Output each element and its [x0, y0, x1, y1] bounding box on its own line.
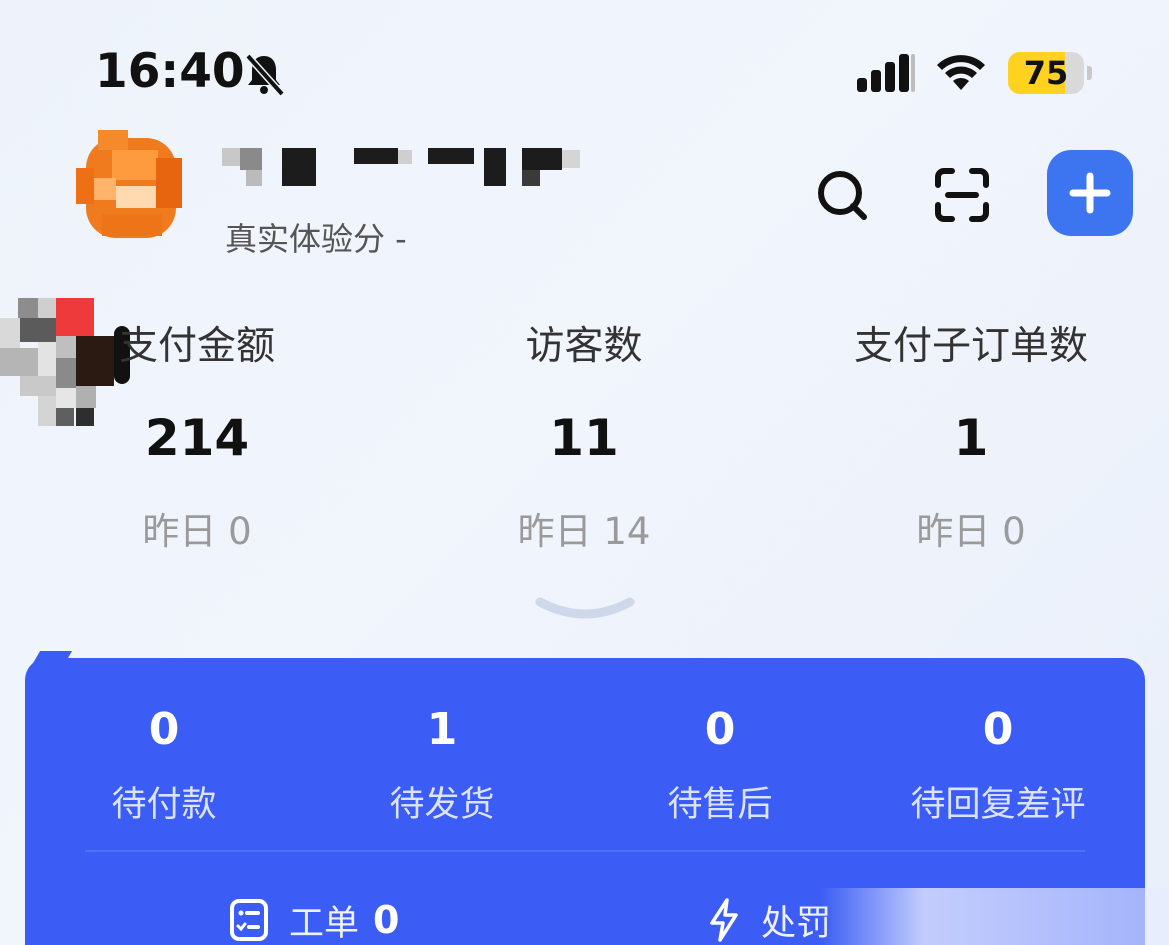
plus-icon — [1069, 172, 1111, 214]
order-label: 待付款 — [111, 785, 217, 825]
metric-value: 11 — [549, 409, 619, 467]
work-order-label: 工单 — [289, 903, 360, 944]
experience-score: 真实体验分 - — [225, 220, 407, 258]
watermark-overlay — [820, 888, 1169, 945]
metric-value: 1 — [953, 409, 989, 467]
metric-yesterday: 昨日 0 — [916, 510, 1026, 553]
battery-level: 75 — [1023, 54, 1069, 92]
wifi-icon — [937, 55, 985, 90]
add-button[interactable] — [1047, 150, 1133, 236]
order-count: 1 — [426, 704, 458, 755]
metric-value: 214 — [144, 409, 250, 467]
shop-name-redacted — [222, 148, 580, 186]
work-order-icon — [230, 899, 268, 941]
metric-yesterday: 昨日 14 — [517, 510, 651, 553]
metric-label: 访客数 — [525, 324, 643, 369]
scan-icon[interactable] — [932, 165, 992, 225]
signal-icon — [857, 54, 915, 92]
battery-icon: 75 — [1008, 52, 1094, 94]
metric-sub-orders[interactable]: 支付子订单数 1 昨日 0 — [806, 315, 1136, 555]
order-count: 0 — [982, 704, 1014, 755]
order-label: 待回复差评 — [910, 785, 1086, 825]
lightning-icon — [710, 898, 738, 942]
card-divider — [85, 850, 1085, 852]
chevron-down-icon[interactable] — [532, 592, 638, 628]
search-icon[interactable] — [812, 165, 872, 225]
order-count: 0 — [704, 704, 736, 755]
metric-label: 支付子订单数 — [853, 324, 1088, 369]
order-label: 待发货 — [389, 785, 495, 825]
metric-visitors[interactable]: 访客数 11 昨日 14 — [419, 315, 749, 555]
order-label: 待售后 — [667, 785, 773, 825]
metric-yesterday: 昨日 0 — [142, 510, 252, 553]
penalty-entry[interactable]: 处罚 — [707, 890, 831, 945]
work-order-count: 0 — [373, 898, 400, 942]
status-time: 16:40 — [95, 44, 245, 99]
metric-label: 支付金额 — [118, 324, 275, 369]
metric-payment-amount[interactable]: 支付金额 214 昨日 0 — [32, 315, 362, 555]
order-count: 0 — [148, 704, 180, 755]
work-order-entry[interactable]: 工单 0 — [229, 890, 399, 945]
bell-muted-icon — [245, 53, 285, 97]
shop-avatar[interactable] — [72, 128, 190, 246]
